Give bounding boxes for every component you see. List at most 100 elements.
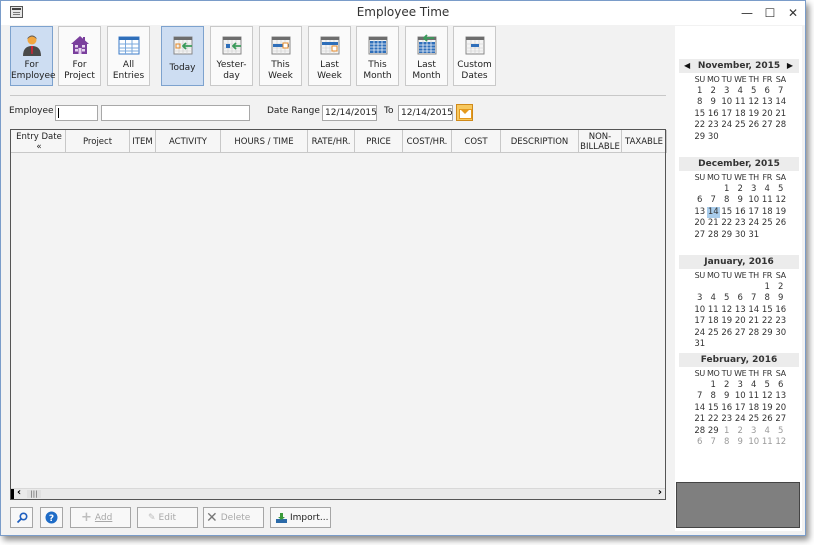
- column-header[interactable]: ACTIVITY: [156, 130, 221, 153]
- calendar-day[interactable]: 17: [720, 109, 734, 120]
- calendar-day-next-month[interactable]: 10: [747, 437, 761, 448]
- calendar-day[interactable]: 10: [734, 391, 748, 402]
- calendar-day[interactable]: 30: [734, 230, 748, 241]
- calendar-day[interactable]: 16: [734, 207, 748, 218]
- calendar-day-next-month[interactable]: 11: [761, 437, 775, 448]
- calendar-day[interactable]: 14: [774, 97, 788, 108]
- calendar-day[interactable]: 14: [747, 305, 761, 316]
- calendar-day[interactable]: 28: [693, 426, 707, 437]
- calendar-day[interactable]: 1: [761, 282, 775, 293]
- calendar-day[interactable]: 6: [693, 195, 707, 206]
- calendar-day[interactable]: 13: [693, 207, 707, 218]
- calendar-day[interactable]: 3: [747, 184, 761, 195]
- calendar-day-next-month[interactable]: 9: [734, 437, 748, 448]
- close-button[interactable]: ✕: [782, 3, 804, 23]
- calendar-day[interactable]: 12: [720, 305, 734, 316]
- calendar-day[interactable]: 16: [774, 305, 788, 316]
- calendar-day[interactable]: 25: [761, 218, 775, 229]
- calendar-day[interactable]: 23: [720, 414, 734, 425]
- previous-month-icon[interactable]: ◀: [684, 59, 690, 73]
- today-button[interactable]: Today: [161, 26, 204, 86]
- import-button[interactable]: Import...: [270, 507, 331, 528]
- column-header[interactable]: COST: [452, 130, 501, 153]
- calendar-day[interactable]: 19: [720, 316, 734, 327]
- calendar-day[interactable]: 18: [761, 207, 775, 218]
- calendar-day[interactable]: 29: [761, 328, 775, 339]
- calendar-day[interactable]: 30: [707, 132, 721, 143]
- calendar-picker-button[interactable]: [456, 104, 473, 121]
- employee-name-input[interactable]: [101, 105, 250, 121]
- calendar-day[interactable]: 5: [774, 184, 788, 195]
- calendar-day[interactable]: 27: [693, 230, 707, 241]
- calendar-day[interactable]: 21: [693, 414, 707, 425]
- calendar-day-next-month[interactable]: 6: [693, 437, 707, 448]
- column-header[interactable]: DESCRIPTION: [501, 130, 579, 153]
- calendar-day[interactable]: 10: [693, 305, 707, 316]
- calendar-day[interactable]: 24: [720, 120, 734, 131]
- calendar-day[interactable]: 13: [761, 97, 775, 108]
- calendar-day[interactable]: 12: [761, 391, 775, 402]
- maximize-button[interactable]: ☐: [759, 3, 781, 23]
- calendar-day[interactable]: 6: [734, 293, 748, 304]
- calendar-day[interactable]: 16: [720, 403, 734, 414]
- date-from-input[interactable]: 12/14/2015: [322, 105, 377, 121]
- calendar-day[interactable]: 2: [774, 282, 788, 293]
- calendar-day[interactable]: 21: [707, 218, 721, 229]
- calendar-day[interactable]: 20: [774, 403, 788, 414]
- for-employee-button[interactable]: For Employee: [10, 26, 56, 86]
- calendar-day[interactable]: 4: [761, 184, 775, 195]
- calendar-day[interactable]: 29: [693, 132, 707, 143]
- calendar-day[interactable]: 20: [761, 109, 775, 120]
- calendar-day[interactable]: 2: [707, 86, 721, 97]
- calendar-day-next-month[interactable]: 2: [734, 426, 748, 437]
- calendar-day[interactable]: 24: [693, 328, 707, 339]
- calendar-day[interactable]: 14: [693, 403, 707, 414]
- calendar-day[interactable]: 9: [720, 391, 734, 402]
- calendar-day[interactable]: 18: [707, 316, 721, 327]
- calendar-day[interactable]: 3: [693, 293, 707, 304]
- calendar-day[interactable]: 31: [693, 339, 707, 350]
- column-header[interactable]: TAXABLE: [622, 130, 667, 153]
- scrollbar-thumb[interactable]: |||: [27, 490, 41, 498]
- calendar-day[interactable]: 13: [734, 305, 748, 316]
- calendar-day[interactable]: 19: [747, 109, 761, 120]
- column-header[interactable]: ITEM: [130, 130, 156, 153]
- calendar-day[interactable]: 22: [720, 218, 734, 229]
- calendar-day[interactable]: 4: [747, 380, 761, 391]
- calendar-day[interactable]: 20: [693, 218, 707, 229]
- calendar-day[interactable]: 1: [693, 86, 707, 97]
- calendar-day[interactable]: 12: [774, 195, 788, 206]
- calendar-day[interactable]: 25: [734, 120, 748, 131]
- calendar-day[interactable]: 23: [707, 120, 721, 131]
- scroll-right-icon[interactable]: ›: [658, 487, 662, 498]
- calendar-day-next-month[interactable]: 12: [774, 437, 788, 448]
- calendar-day[interactable]: 17: [734, 403, 748, 414]
- calendar-day[interactable]: 1: [720, 184, 734, 195]
- column-header[interactable]: HOURS / TIME: [221, 130, 308, 153]
- calendar-day[interactable]: 15: [761, 305, 775, 316]
- edit-button[interactable]: ✎ Edit: [137, 507, 198, 528]
- calendar-day[interactable]: 7: [774, 86, 788, 97]
- calendar-day[interactable]: 22: [761, 316, 775, 327]
- calendar-day-next-month[interactable]: 5: [774, 426, 788, 437]
- minimize-button[interactable]: —: [736, 3, 758, 23]
- yesterday-button[interactable]: Yester- day: [210, 26, 253, 86]
- calendar-day[interactable]: 10: [720, 97, 734, 108]
- horizontal-scrollbar[interactable]: ‹ ||| ›: [11, 487, 665, 499]
- calendar-day[interactable]: 2: [734, 184, 748, 195]
- time-entries-grid[interactable]: Entry Date «Project ITEM ACTIVITY HOURS / T…: [10, 129, 667, 500]
- calendar-day[interactable]: 1: [707, 380, 721, 391]
- last-month-button[interactable]: Last Month: [405, 26, 448, 86]
- calendar-day-next-month[interactable]: 4: [761, 426, 775, 437]
- calendar-day[interactable]: 5: [761, 380, 775, 391]
- calendar-day[interactable]: 19: [761, 403, 775, 414]
- column-header[interactable]: NON- BILLABLE: [579, 130, 622, 153]
- calendar-day[interactable]: 22: [693, 120, 707, 131]
- calendar-day[interactable]: 5: [720, 293, 734, 304]
- custom-dates-button[interactable]: Custom Dates: [453, 26, 496, 86]
- calendar-day[interactable]: 18: [734, 109, 748, 120]
- calendar-day[interactable]: 28: [774, 120, 788, 131]
- calendar-day[interactable]: 30: [774, 328, 788, 339]
- delete-button[interactable]: ✕ Delete: [203, 507, 264, 528]
- calendar-day[interactable]: 4: [734, 86, 748, 97]
